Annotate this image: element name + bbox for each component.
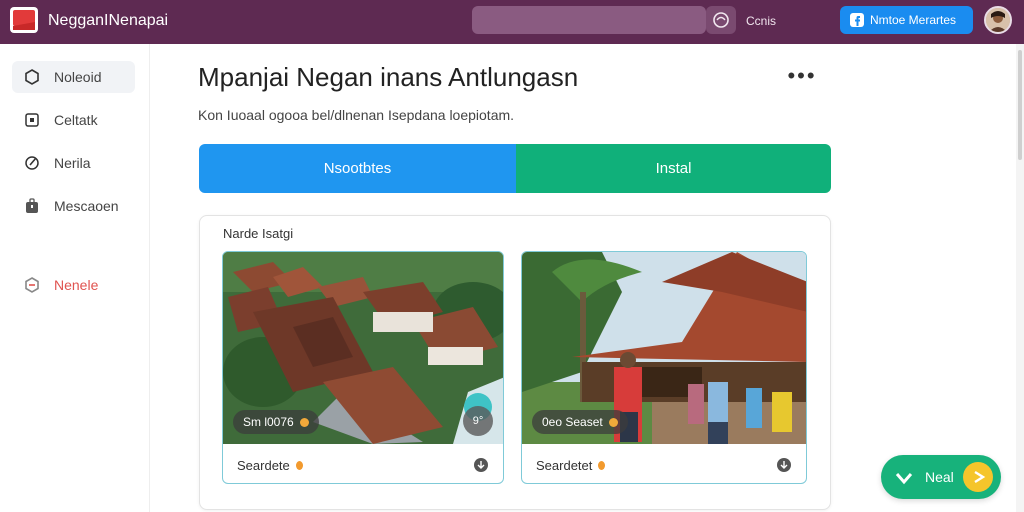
page-subtitle: Kon Iuoaal ogooa bel/dlnenan Isepdana lo…: [198, 107, 515, 123]
download-icon[interactable]: [473, 457, 489, 473]
sidebar-item-label: Celtatk: [54, 112, 98, 128]
image-badge-label: Sm l0076: [243, 415, 294, 429]
sidebar-item-label: Mescaoen: [54, 198, 119, 214]
header-primary-label: Nmtoe Merartes: [870, 13, 957, 27]
header-link[interactable]: Ccnis: [746, 14, 776, 28]
search-icon: [713, 12, 729, 28]
app-logo-icon[interactable]: [10, 7, 38, 33]
card-footer-label: Seardete: [237, 457, 290, 473]
sidebar-item-label: Nerila: [54, 155, 91, 171]
bag-icon: [26, 198, 38, 213]
location-pin-icon: [295, 460, 303, 470]
image-badge-label: 0eo Seaset: [542, 415, 603, 429]
image-badge: 0eo Seaset: [532, 410, 628, 434]
hexagon-icon: [25, 69, 39, 85]
star-icon[interactable]: [963, 462, 993, 492]
install-button[interactable]: Instal: [516, 144, 831, 193]
card-footer: Seardete: [223, 445, 503, 483]
card-footer-label: Seardetet: [536, 457, 593, 473]
primary-action-button[interactable]: Nsootbtes: [199, 144, 516, 193]
facebook-icon: [850, 13, 864, 27]
card-footer: Seardetet: [522, 445, 806, 483]
search-button[interactable]: [706, 6, 736, 34]
location-pin-icon: [598, 460, 606, 470]
user-avatar-icon: [986, 8, 1010, 32]
avatar[interactable]: [984, 6, 1012, 34]
image-badge: Sm l0076: [233, 410, 319, 434]
scrollbar-thumb[interactable]: [1018, 50, 1022, 160]
gallery-card[interactable]: 0eo Seaset Seardetet: [521, 251, 807, 484]
sidebar-item-3[interactable]: Nerila: [12, 147, 135, 179]
coin-icon: [608, 417, 618, 427]
fab-label: Neal: [925, 469, 954, 485]
search-input[interactable]: [472, 6, 706, 34]
village-aerial-image: Sm l0076 9°: [223, 252, 503, 444]
sidebar-item-1[interactable]: Noleoid: [12, 61, 135, 93]
sidebar-item-4[interactable]: Mescaoen: [12, 190, 135, 222]
more-options-button[interactable]: •••: [782, 63, 822, 88]
sidebar-item-2[interactable]: Celtatk: [12, 104, 135, 136]
gallery-card[interactable]: Sm l0076 9° Seardete: [222, 251, 504, 484]
square-icon: [25, 113, 39, 127]
header-primary-button[interactable]: Nmtoe Merartes: [840, 6, 973, 34]
house-group-image: 0eo Seaset: [522, 252, 806, 444]
sidebar-item-label: Nenele: [54, 277, 99, 293]
panel-title: Narde Isatgi: [223, 226, 294, 241]
page-title: Mpanjai Negan inans Antlungasn: [198, 62, 579, 92]
logout-icon: [25, 277, 39, 293]
coin-icon: [299, 417, 309, 427]
check-leaf-icon: [895, 473, 913, 485]
floating-action-button[interactable]: Neal: [881, 455, 1001, 499]
sidebar-item-5[interactable]: Nenele: [12, 269, 135, 301]
sidebar-item-label: Noleoid: [54, 69, 102, 85]
image-round-indicator: 9°: [463, 406, 493, 436]
app-title: NegganINenapai: [48, 12, 169, 29]
download-icon[interactable]: [776, 457, 792, 473]
edit-icon: [25, 156, 39, 170]
